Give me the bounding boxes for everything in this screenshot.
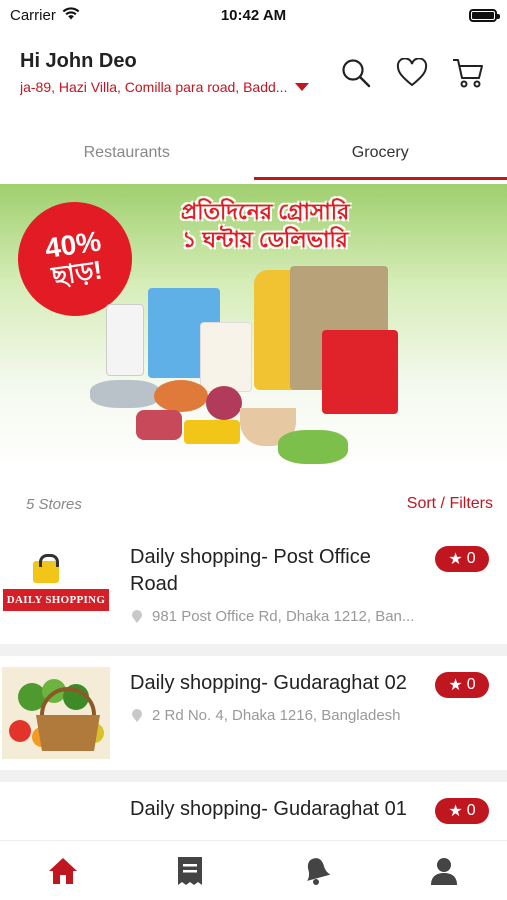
banner-headline: প্রতিদিনের গ্রোসারি ১ ঘন্টায় ডেলিভারি xyxy=(150,198,380,253)
daily-shopping-logo: DAILY SHOPPING xyxy=(3,554,109,617)
store-logo xyxy=(0,656,112,770)
tab-restaurants[interactable]: Restaurants xyxy=(0,126,254,180)
location-pin-icon xyxy=(132,609,142,623)
status-bar: Carrier 10:42 AM xyxy=(0,0,507,30)
rating-badge: ★ 0 xyxy=(435,798,489,824)
stores-count: 5 Stores xyxy=(26,495,82,513)
store-address: 2 Rd No. 4, Dhaka 1216, Bangladesh xyxy=(152,707,401,724)
store-name: Daily shopping- Gudaraghat 02 xyxy=(130,672,407,694)
carrier-label: Carrier xyxy=(10,6,56,24)
star-icon: ★ xyxy=(448,803,463,820)
meat xyxy=(136,410,182,440)
tab-grocery[interactable]: Grocery xyxy=(253,126,507,180)
header-actions xyxy=(339,56,485,90)
rating-value: 0 xyxy=(466,550,476,567)
store-address: 981 Post Office Rd, Dhaka 1212, Ban... xyxy=(152,608,415,625)
location-pin-icon xyxy=(132,708,142,722)
rating-value: 0 xyxy=(466,676,476,693)
nav-notifications[interactable] xyxy=(254,841,381,900)
delivery-address[interactable]: ja-89, Hazi Villa, Comilla para road, Ba… xyxy=(20,79,287,95)
battery-icon xyxy=(469,8,500,22)
search-icon[interactable] xyxy=(339,56,373,90)
sort-filters-button[interactable]: Sort / Filters xyxy=(407,495,493,513)
rating-badge: ★ 0 xyxy=(435,672,489,698)
nav-orders[interactable] xyxy=(127,841,254,900)
nav-home[interactable] xyxy=(0,841,127,900)
discount-text: ছাড়! xyxy=(49,254,104,291)
banner-headline-line1: প্রতিদিনের গ্রোসারি xyxy=(180,199,350,224)
banner-headline-line2: ১ ঘন্টায় ডেলিভারি xyxy=(182,226,348,252)
cart-icon[interactable] xyxy=(451,56,485,90)
bottom-nav xyxy=(0,840,507,900)
status-left: Carrier xyxy=(10,7,80,24)
store-card[interactable]: DAILY SHOPPING Daily shopping- Post Offi… xyxy=(0,530,507,644)
receipt-icon[interactable] xyxy=(176,855,204,887)
milk-carton xyxy=(106,304,144,376)
store-logo: DAILY SHOPPING xyxy=(0,782,112,840)
divider xyxy=(0,644,507,656)
caret-down-icon[interactable] xyxy=(295,83,310,91)
store-logo: DAILY SHOPPING xyxy=(0,530,112,644)
address-selector[interactable]: ja-89, Hazi Villa, Comilla para road, Ba… xyxy=(20,79,340,95)
butter-box xyxy=(184,420,240,444)
logo-text: DAILY SHOPPING xyxy=(3,589,109,611)
vegetable-basket-image xyxy=(2,667,110,759)
notification-icon[interactable] xyxy=(302,855,332,887)
store-card[interactable]: DAILY SHOPPING Daily shopping- Gudaragha… xyxy=(0,782,507,840)
lentils-bowl xyxy=(154,380,208,412)
nav-profile[interactable] xyxy=(380,841,507,900)
divider xyxy=(0,770,507,782)
fish xyxy=(90,380,160,408)
store-address-row: 981 Post Office Rd, Dhaka 1212, Ban... xyxy=(130,608,507,625)
star-icon: ★ xyxy=(448,551,463,568)
onions xyxy=(206,386,242,420)
discount-badge: 40% ছাড়! xyxy=(15,199,135,319)
rating-badge: ★ 0 xyxy=(435,546,489,572)
store-name: Daily shopping- Post Office Road xyxy=(130,546,371,595)
vegetables xyxy=(278,430,348,464)
sauce-packet xyxy=(322,330,398,414)
shopping-bag-icon xyxy=(33,554,59,583)
store-list: DAILY SHOPPING Daily shopping- Post Offi… xyxy=(0,530,507,840)
heart-icon[interactable] xyxy=(395,56,429,90)
store-name: Daily shopping- Gudaraghat 01 xyxy=(130,798,407,820)
paratha-box xyxy=(200,322,252,392)
header: Hi John Deo ja-89, Hazi Villa, Comilla p… xyxy=(0,40,507,120)
promo-banner[interactable]: 40% ছাড়! প্রতিদিনের গ্রোসারি ১ ঘন্টায় … xyxy=(0,184,507,470)
store-card[interactable]: Daily shopping- Gudaraghat 02 2 Rd No. 4… xyxy=(0,656,507,770)
rating-value: 0 xyxy=(466,802,476,819)
category-tabs: Restaurants Grocery xyxy=(0,126,507,180)
wifi-icon xyxy=(62,6,80,24)
star-icon: ★ xyxy=(448,677,463,694)
profile-icon[interactable] xyxy=(429,855,459,887)
stores-header: 5 Stores Sort / Filters xyxy=(0,486,507,522)
home-icon[interactable] xyxy=(47,856,79,886)
store-address-row: 2 Rd No. 4, Dhaka 1216, Bangladesh xyxy=(130,707,507,724)
